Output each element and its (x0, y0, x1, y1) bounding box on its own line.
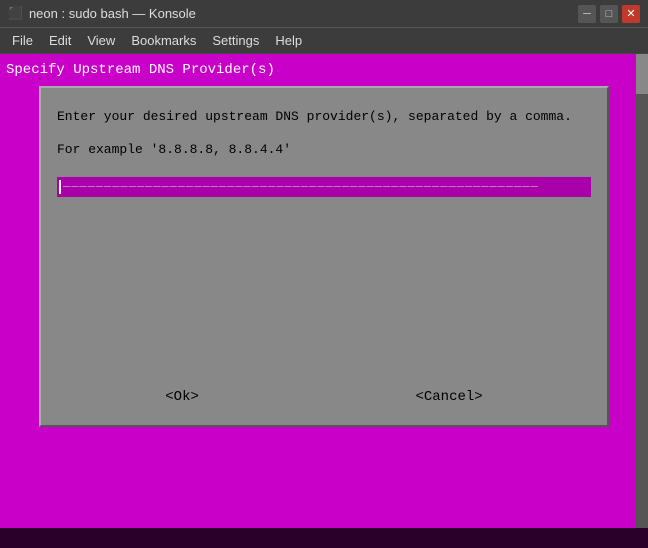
menu-view[interactable]: View (79, 30, 123, 51)
scrollbar[interactable] (636, 54, 648, 528)
dialog-box: Enter your desired upstream DNS provider… (39, 86, 609, 427)
menu-help[interactable]: Help (267, 30, 310, 51)
input-dashes: ────────────────────────────────────────… (61, 180, 591, 194)
dialog-example: For example '8.8.8.8, 8.8.4.4' (57, 142, 591, 157)
maximize-button[interactable]: □ (600, 5, 618, 23)
minimize-button[interactable]: ─ (578, 5, 596, 23)
menu-bookmarks[interactable]: Bookmarks (123, 30, 204, 51)
menu-settings[interactable]: Settings (204, 30, 267, 51)
window-controls: ─ □ ✕ (578, 5, 640, 23)
terminal-area: Specify Upstream DNS Provider(s) Enter y… (0, 54, 648, 528)
ok-button[interactable]: <Ok> (153, 385, 211, 409)
main-window: ⬛ neon : sudo bash — Konsole ─ □ ✕ File … (0, 0, 648, 548)
close-button[interactable]: ✕ (622, 5, 640, 23)
dns-input-field[interactable]: ────────────────────────────────────────… (57, 177, 591, 197)
title-bar: ⬛ neon : sudo bash — Konsole ─ □ ✕ (0, 0, 648, 28)
dialog-content-area (57, 217, 591, 377)
bottom-bar (0, 528, 648, 548)
dialog-instruction: Enter your desired upstream DNS provider… (57, 108, 591, 126)
scrollbar-thumb[interactable] (636, 54, 648, 94)
menu-edit[interactable]: Edit (41, 30, 79, 51)
menu-bar: File Edit View Bookmarks Settings Help (0, 28, 648, 54)
cancel-button[interactable]: <Cancel> (403, 385, 494, 409)
dialog-buttons: <Ok> <Cancel> (57, 385, 591, 409)
app-icon: ⬛ (8, 6, 23, 21)
title-bar-left: ⬛ neon : sudo bash — Konsole (8, 6, 196, 21)
terminal-header-text: Specify Upstream DNS Provider(s) (4, 62, 644, 78)
menu-file[interactable]: File (4, 30, 41, 51)
window-title: neon : sudo bash — Konsole (29, 6, 196, 21)
